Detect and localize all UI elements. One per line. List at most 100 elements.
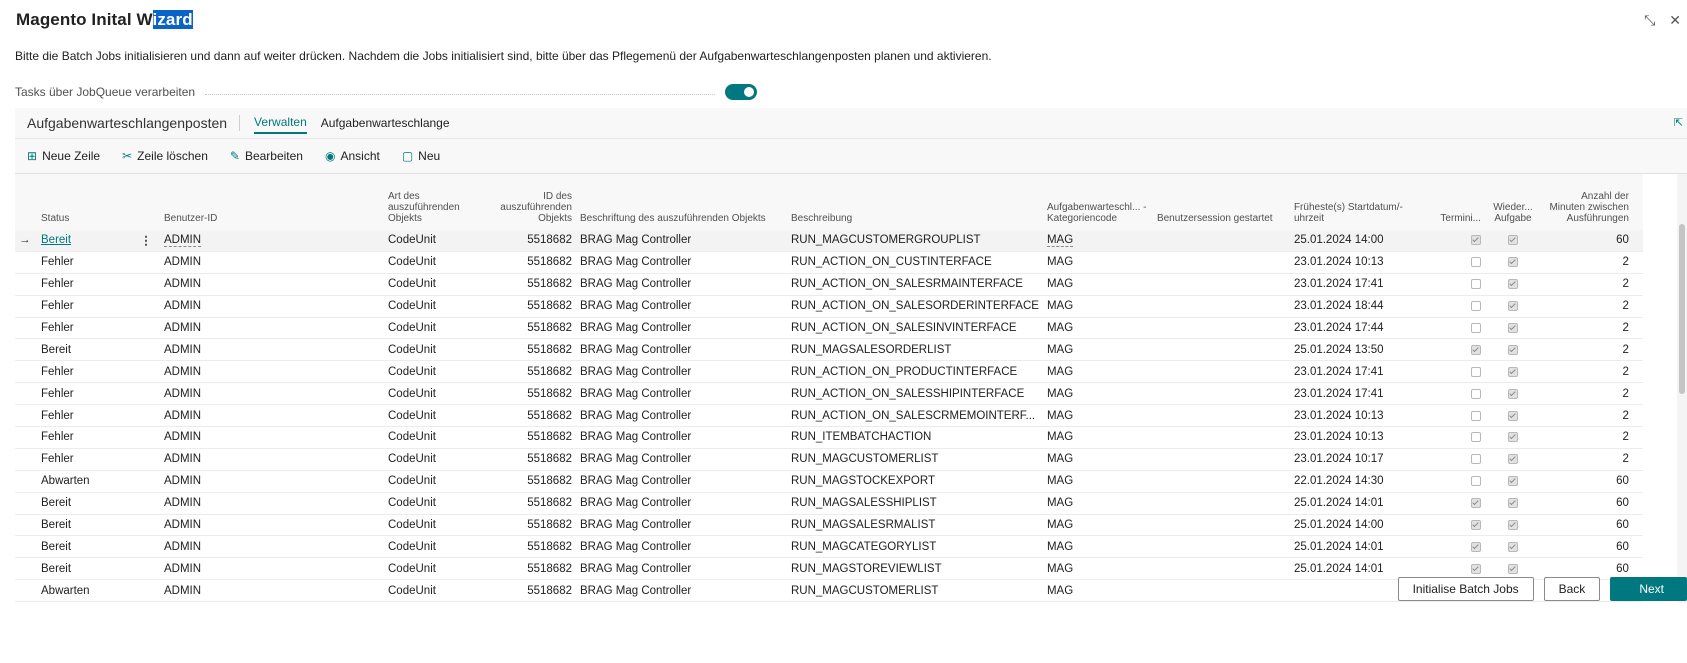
vertical-scrollbar[interactable] xyxy=(1677,174,1687,603)
scrollbar-thumb[interactable] xyxy=(1679,224,1685,394)
header-description[interactable]: Beschreibung xyxy=(787,174,1043,230)
jobqueue-toggle[interactable] xyxy=(725,84,757,100)
row-selector[interactable] xyxy=(15,448,37,471)
cell-category[interactable]: MAG xyxy=(1042,317,1153,340)
cell-status[interactable]: Bereit xyxy=(37,230,132,252)
row-selector[interactable] xyxy=(15,535,37,559)
row-selector[interactable] xyxy=(15,492,37,515)
row-selector[interactable] xyxy=(15,514,37,537)
cell-category[interactable]: MAG xyxy=(1042,579,1153,603)
cell-category[interactable]: MAG xyxy=(1042,338,1153,362)
cell-category[interactable]: MAG xyxy=(1042,273,1153,296)
cell-status[interactable]: Fehler xyxy=(37,426,132,449)
row-selector[interactable] xyxy=(15,557,37,581)
row-selector[interactable] xyxy=(15,579,37,603)
cell-user[interactable]: ADMIN xyxy=(160,426,384,449)
row-selector[interactable] xyxy=(15,273,37,296)
row-menu[interactable] xyxy=(132,514,160,537)
row-selector[interactable] xyxy=(15,295,37,318)
header-recurring[interactable]: Wieder... Aufgabe xyxy=(1484,174,1541,230)
cell-user[interactable]: ADMIN xyxy=(160,338,384,362)
delete-line-button[interactable]: ✂ Zeile löschen xyxy=(122,149,208,163)
table-row[interactable]: Fehler ADMIN CodeUnit 5518682 BRAG Mag Contr… xyxy=(15,251,1643,274)
row-menu[interactable] xyxy=(132,470,160,493)
cell-user[interactable]: ADMIN xyxy=(160,382,384,406)
row-selector[interactable] xyxy=(15,382,37,406)
kebab-icon[interactable]: ⋮ xyxy=(140,235,152,247)
cell-user[interactable]: ADMIN xyxy=(160,251,384,274)
header-status[interactable]: Status xyxy=(37,174,132,230)
cell-status[interactable]: Fehler xyxy=(37,382,132,406)
row-selector[interactable] xyxy=(15,404,37,428)
table-row[interactable]: Fehler ADMIN CodeUnit 5518682 BRAG Mag Contr… xyxy=(15,273,1643,296)
cell-user[interactable]: ADMIN xyxy=(160,317,384,340)
row-menu[interactable]: ⋮ xyxy=(132,230,160,252)
cell-category[interactable]: MAG xyxy=(1042,448,1153,471)
table-row[interactable]: Fehler ADMIN CodeUnit 5518682 BRAG Mag Contr… xyxy=(15,295,1643,318)
row-selector[interactable] xyxy=(15,470,37,493)
table-row[interactable]: Fehler ADMIN CodeUnit 5518682 BRAG Mag Contr… xyxy=(15,426,1643,449)
cell-status[interactable]: Fehler xyxy=(37,360,132,384)
row-menu[interactable] xyxy=(132,535,160,559)
header-scheduled[interactable]: Termini... xyxy=(1424,174,1485,230)
table-row[interactable]: Fehler ADMIN CodeUnit 5518682 BRAG Mag Contr… xyxy=(15,360,1643,384)
edit-button[interactable]: ✎ Bearbeiten xyxy=(230,149,303,163)
header-object-type[interactable]: Art des auszuführenden Objekts xyxy=(384,174,484,230)
cell-status[interactable]: Abwarten xyxy=(37,579,132,603)
cell-status[interactable]: Fehler xyxy=(37,273,132,296)
cell-user[interactable]: ADMIN xyxy=(160,557,384,581)
row-selector[interactable] xyxy=(15,426,37,449)
table-row[interactable]: Fehler ADMIN CodeUnit 5518682 BRAG Mag Contr… xyxy=(15,404,1643,428)
cell-user[interactable]: ADMIN xyxy=(160,360,384,384)
row-selector[interactable]: → xyxy=(15,230,37,252)
row-selector[interactable] xyxy=(15,317,37,340)
row-menu[interactable] xyxy=(132,492,160,515)
row-menu[interactable] xyxy=(132,338,160,362)
row-menu[interactable] xyxy=(132,295,160,318)
initialise-batch-jobs-button[interactable]: Initialise Batch Jobs xyxy=(1397,577,1534,601)
expand-icon[interactable]: ⇱ xyxy=(1674,116,1683,129)
table-row[interactable]: Bereit ADMIN CodeUnit 5518682 BRAG Mag Contr… xyxy=(15,535,1643,559)
cell-category[interactable]: MAG xyxy=(1042,492,1153,515)
cell-status[interactable]: Fehler xyxy=(37,295,132,318)
cell-status[interactable]: Bereit xyxy=(37,338,132,362)
new-button[interactable]: ▢ Neu xyxy=(402,149,440,163)
header-user[interactable]: Benutzer-ID xyxy=(160,174,384,230)
row-menu[interactable] xyxy=(132,360,160,384)
table-row[interactable]: Fehler ADMIN CodeUnit 5518682 BRAG Mag Contr… xyxy=(15,382,1643,406)
cell-status[interactable]: Fehler xyxy=(37,251,132,274)
row-selector[interactable] xyxy=(15,251,37,274)
cell-user[interactable]: ADMIN xyxy=(160,514,384,537)
row-selector[interactable] xyxy=(15,360,37,384)
table-row[interactable]: Bereit ADMIN CodeUnit 5518682 BRAG Mag Contr… xyxy=(15,492,1643,515)
cell-category[interactable]: MAG xyxy=(1042,404,1153,428)
tab-aufgabenwarteschlange[interactable]: Aufgabenwarteschlange xyxy=(321,113,450,133)
cell-user[interactable]: ADMIN xyxy=(160,230,384,252)
row-menu[interactable] xyxy=(132,273,160,296)
header-object-id[interactable]: ID des auszuführenden Objekts xyxy=(484,174,576,230)
cell-user[interactable]: ADMIN xyxy=(160,470,384,493)
row-menu[interactable] xyxy=(132,382,160,406)
cell-user[interactable]: ADMIN xyxy=(160,492,384,515)
table-row[interactable]: Abwarten ADMIN CodeUnit 5518682 BRAG Mag Con… xyxy=(15,470,1643,493)
cell-status[interactable]: Bereit xyxy=(37,557,132,581)
cell-user[interactable]: ADMIN xyxy=(160,295,384,318)
header-start[interactable]: Früheste(s) Startdatum/-uhrzeit xyxy=(1289,174,1425,230)
table-row[interactable]: Bereit ADMIN CodeUnit 5518682 BRAG Mag Contr… xyxy=(15,338,1643,362)
cell-status[interactable]: Bereit xyxy=(37,492,132,515)
cell-category[interactable]: MAG xyxy=(1042,382,1153,406)
shrink-icon[interactable]: ⤡ xyxy=(1644,12,1655,29)
row-menu[interactable] xyxy=(132,251,160,274)
cell-category[interactable]: MAG xyxy=(1042,426,1153,449)
row-selector[interactable] xyxy=(15,338,37,362)
status-value[interactable]: Bereit xyxy=(41,234,71,246)
row-menu[interactable] xyxy=(132,317,160,340)
row-menu[interactable] xyxy=(132,557,160,581)
header-object-caption[interactable]: Beschriftung des auszuführenden Objekts xyxy=(576,174,787,230)
cell-status[interactable]: Fehler xyxy=(37,404,132,428)
row-menu[interactable] xyxy=(132,448,160,471)
cell-status[interactable]: Fehler xyxy=(37,448,132,471)
cell-category[interactable]: MAG xyxy=(1042,514,1153,537)
header-minutes[interactable]: Anzahl der Minuten zwischen Ausführungen xyxy=(1540,174,1633,230)
cell-status[interactable]: Abwarten xyxy=(37,470,132,493)
